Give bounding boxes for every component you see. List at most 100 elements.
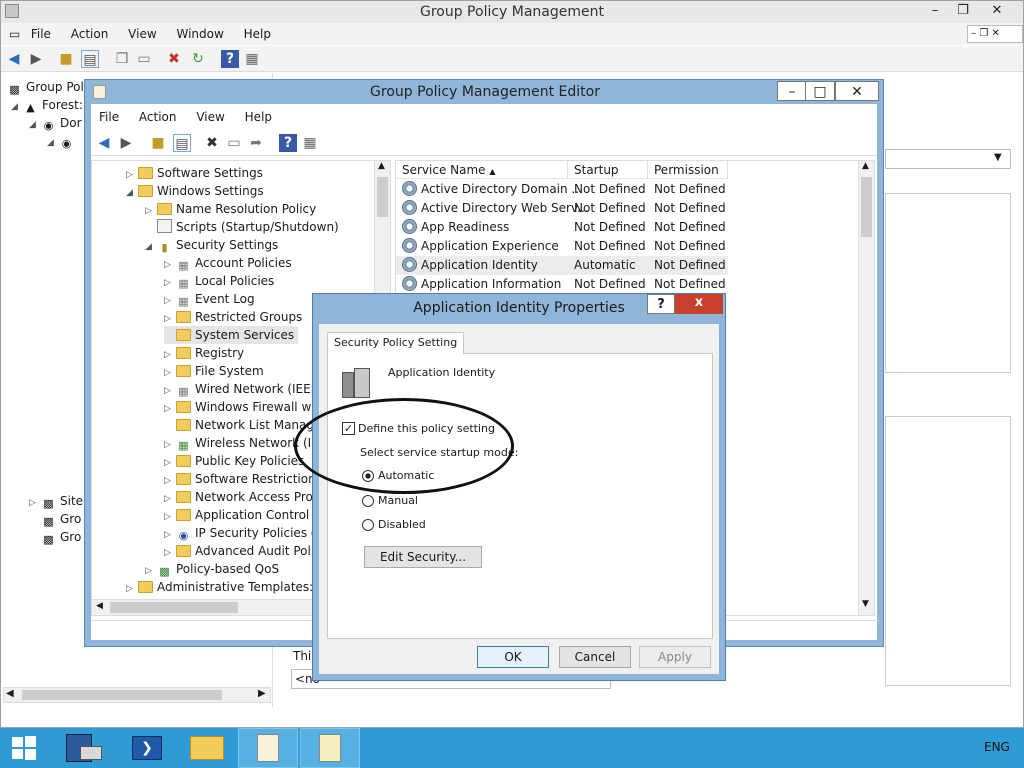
server-manager-button[interactable] [54,728,110,768]
properties-icon[interactable]: ▦ [243,50,261,68]
gpme-view-icon[interactable]: ▦ [301,134,319,152]
back-icon[interactable]: ◀ [5,50,23,68]
dialog-titlebar[interactable]: Application Identity Properties ? x [313,294,725,322]
menu-view[interactable]: View [120,23,164,45]
tree-system-services[interactable]: System Services [164,326,299,344]
radio-automatic[interactable] [362,470,374,482]
gpme-export-icon[interactable]: ➦ [247,134,265,152]
maximize-button[interactable]: ❐ [947,1,979,21]
tree-account-policies[interactable]: ▷ ▦ Account Policies [164,254,292,274]
tree-domain-child[interactable]: ◢ ◉ [47,132,78,152]
gpme-up-icon[interactable]: ■ [149,134,167,152]
tree-application-control[interactable]: ▷ Application Control P [164,506,320,526]
gpme-titlebar[interactable]: Group Policy Management Editor – □ ✕ [85,80,885,104]
up-folder-icon[interactable]: ■ [57,50,75,68]
tree-sites[interactable]: ▷ ▩ Site [29,492,83,512]
gpm-tree-hscroll[interactable]: ◀ ▶ [3,687,271,703]
gpme-menu-action[interactable]: Action [131,106,185,128]
forward-icon[interactable]: ▶ [27,50,45,68]
tree-wired-network[interactable]: ▷ ▦ Wired Network (IEEE 8 [164,380,330,400]
vscroll-thumb[interactable] [861,177,872,237]
radio-disabled[interactable] [362,519,374,531]
table-row[interactable]: Active Directory Web Serv... Not Defined N… [396,199,728,218]
gpm-taskbar-button[interactable] [238,728,298,768]
tree-public-key[interactable]: ▷ Public Key Policies [164,452,304,472]
tab-security-policy-setting[interactable]: Security Policy Setting [327,332,465,354]
table-row[interactable]: Application Experience Not Defined Not Def… [396,237,728,256]
menu-action[interactable]: Action [63,23,117,45]
col-startup[interactable]: Startup [568,161,648,179]
tree-forest[interactable]: ◢ ▲ Forest: [11,96,83,116]
mdi-controls[interactable]: – ❐ ✕ [967,25,1023,43]
hscroll-thumb[interactable] [22,690,222,700]
table-row[interactable]: Active Directory Domain ... Not Defined No… [396,180,728,199]
gpm-titlebar[interactable]: Group Policy Management – ❐ ✕ [1,1,1023,23]
menu-file[interactable]: File [23,23,59,45]
delete-icon[interactable]: ✖ [165,50,183,68]
gpme-properties-icon[interactable]: ▭ [225,134,243,152]
menu-help[interactable]: Help [236,23,279,45]
tree-restricted-groups[interactable]: ▷ Restricted Groups [164,308,302,328]
edit-security-button[interactable]: Edit Security... [364,546,482,568]
gpme-forward-icon[interactable]: ▶ [117,134,135,152]
scroll-up-icon[interactable]: ▲ [378,161,385,171]
refresh-icon[interactable]: ↻ [189,50,207,68]
define-checkbox[interactable]: ✓ [342,422,355,435]
tree-file-system[interactable]: ▷ File System [164,362,264,382]
tree-ip-security[interactable]: ▷ ◉ IP Security Policies on [164,524,326,544]
apply-button[interactable]: Apply [639,646,711,668]
tree-event-log[interactable]: ▷ ▦ Event Log [164,290,255,310]
scroll-right-icon[interactable]: ▶ [258,688,266,699]
tree-windows-firewall[interactable]: ▷ Windows Firewall with [164,398,327,418]
outer-dropdown[interactable]: ▼ [885,149,1011,169]
tree-advanced-audit[interactable]: ▷ Advanced Audit Polic [164,542,321,562]
gpme-menu-file[interactable]: File [91,106,127,128]
cancel-button[interactable]: Cancel [559,646,631,668]
hscroll-thumb[interactable] [110,602,238,613]
tree-gp-modeling[interactable]: ▩ Gro [41,510,81,529]
tree-software-settings[interactable]: ▷ Software Settings [126,164,263,184]
show-tree-icon[interactable]: ▤ [81,50,99,68]
table-row[interactable]: Application Information Not Defined Not De… [396,275,728,294]
powershell-button[interactable]: ❯ [120,728,176,768]
gpme-back-icon[interactable]: ◀ [95,134,113,152]
scroll-up-icon[interactable]: ▲ [862,161,869,171]
ok-button[interactable]: OK [477,646,549,668]
gpme-minimize-button[interactable]: – [777,81,807,101]
table-row-selected[interactable]: Application Identity Automatic Not Defined [396,256,728,275]
gpme-close-button[interactable]: ✕ [835,81,879,101]
services-vscroll[interactable]: ▲ ▼ [858,161,874,615]
tree-scripts[interactable]: Scripts (Startup/Shutdown) [157,218,339,236]
scroll-left-icon[interactable]: ◀ [96,601,103,611]
menu-window[interactable]: Window [168,23,231,45]
vscroll-thumb[interactable] [377,177,388,217]
dialog-help-button[interactable]: ? [647,294,675,314]
tree-name-resolution[interactable]: ▷ Name Resolution Policy [145,200,316,220]
tree-network-access[interactable]: ▷ Network Access Prote [164,488,325,508]
gpme-menu-help[interactable]: Help [237,106,280,128]
tree-wireless-network[interactable]: ▷ ▦ Wireless Network (IEE [164,434,326,454]
tree-gp-results[interactable]: ▩ Gro [41,528,81,547]
help-icon[interactable]: ? [221,50,239,68]
radio-manual[interactable] [362,495,374,507]
tree-admin-templates[interactable]: ▷ Administrative Templates: Po [126,578,331,598]
tree-security-settings[interactable]: ◢ ▮ Security Settings [145,236,278,256]
copy-icon[interactable]: ❐ [113,50,131,68]
gpme-help-icon[interactable]: ? [279,134,297,152]
close-button[interactable]: ✕ [981,1,1013,21]
gpme-show-tree-icon[interactable]: ▤ [173,134,191,152]
tree-registry[interactable]: ▷ Registry [164,344,244,364]
gpme-menu-view[interactable]: View [188,106,232,128]
paste-icon[interactable]: ▭ [135,50,153,68]
col-permission[interactable]: Permission [648,161,728,179]
start-button[interactable] [0,728,48,768]
language-indicator[interactable]: ENG [984,740,1010,754]
dialog-close-button[interactable]: x [675,294,723,314]
explorer-button[interactable] [180,728,236,768]
tree-local-policies[interactable]: ▷ ▦ Local Policies [164,272,274,292]
scroll-left-icon[interactable]: ◀ [6,688,14,699]
chevron-down-icon[interactable]: ▼ [994,152,1002,163]
tree-windows-settings[interactable]: ◢ Windows Settings [126,182,264,202]
gpme-taskbar-button[interactable] [300,728,360,768]
tree-network-list[interactable]: Network List Manag [176,416,314,434]
